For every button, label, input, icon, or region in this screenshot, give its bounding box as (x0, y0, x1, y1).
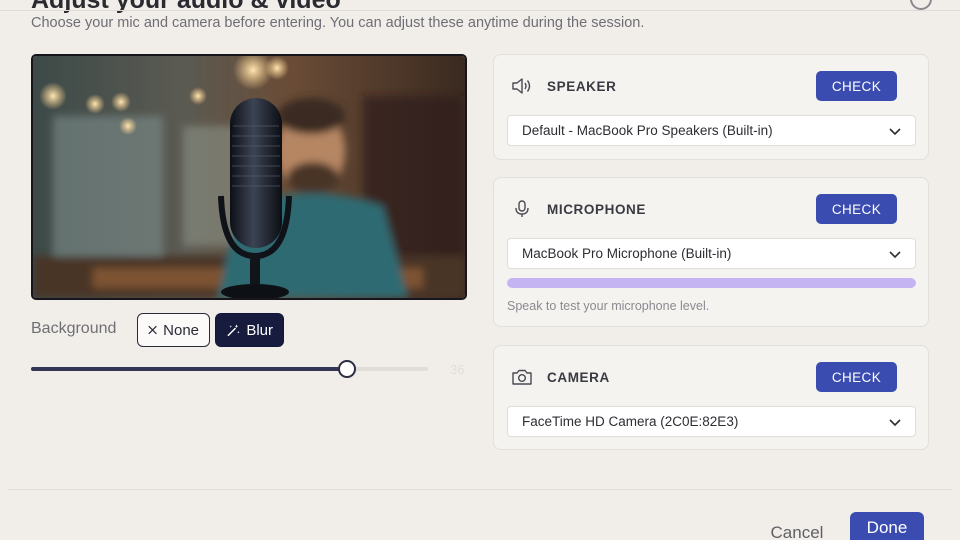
speaker-selected-value: Default - MacBook Pro Speakers (Built-in… (522, 123, 773, 138)
camera-selected-value: FaceTime HD Camera (2C0E:82E3) (522, 414, 739, 429)
page-title: Adjust your audio & video (31, 0, 341, 14)
page-subtitle: Choose your mic and camera before enteri… (31, 15, 645, 31)
speaker-select[interactable]: Default - MacBook Pro Speakers (Built-in… (507, 115, 916, 146)
blur-strength-value: 36 (450, 362, 465, 377)
microphone-selected-value: MacBook Pro Microphone (Built-in) (522, 246, 732, 261)
magic-wand-icon (227, 323, 240, 336)
camera-icon (512, 369, 532, 385)
background-none-label: None (163, 321, 199, 339)
microphone-card: MICROPHONE CHECK MacBook Pro Microphone … (493, 177, 929, 327)
settings-dialog: Adjust your audio & video Choose your mi… (0, 0, 960, 540)
video-preview-image (33, 56, 465, 298)
microphone-level-fill (507, 278, 916, 288)
speaker-label: SPEAKER (547, 79, 617, 94)
microphone-label: MICROPHONE (547, 202, 647, 217)
microphone-select[interactable]: MacBook Pro Microphone (Built-in) (507, 238, 916, 269)
background-label: Background (31, 320, 117, 337)
slider-thumb[interactable] (338, 360, 356, 378)
microphone-hint: Speak to test your microphone level. (507, 299, 710, 313)
blur-strength-slider[interactable] (31, 358, 431, 380)
microphone-check-button[interactable]: CHECK (816, 194, 897, 224)
background-none-button[interactable]: None (137, 313, 210, 347)
speaker-icon (512, 78, 531, 94)
speaker-check-button[interactable]: CHECK (816, 71, 897, 101)
background-blur-label: Blur (246, 321, 273, 339)
chevron-down-icon (889, 128, 901, 136)
header-divider (0, 10, 960, 11)
camera-check-button[interactable]: CHECK (816, 362, 897, 392)
close-button[interactable] (910, 0, 932, 10)
done-button[interactable]: Done (850, 512, 924, 540)
chevron-down-icon (889, 419, 901, 427)
close-icon (148, 325, 157, 335)
footer-divider (8, 489, 952, 490)
camera-card: CAMERA CHECK FaceTime HD Camera (2C0E:82… (493, 345, 929, 450)
cancel-button[interactable]: Cancel (762, 520, 832, 540)
microphone-level-meter (507, 278, 916, 288)
camera-select[interactable]: FaceTime HD Camera (2C0E:82E3) (507, 406, 916, 437)
background-blur-button[interactable]: Blur (215, 313, 284, 347)
slider-fill (31, 367, 347, 371)
video-preview (31, 54, 467, 300)
speaker-card: SPEAKER CHECK Default - MacBook Pro Spea… (493, 54, 929, 160)
chevron-down-icon (889, 251, 901, 259)
microphone-icon (515, 200, 529, 217)
camera-label: CAMERA (547, 370, 610, 385)
